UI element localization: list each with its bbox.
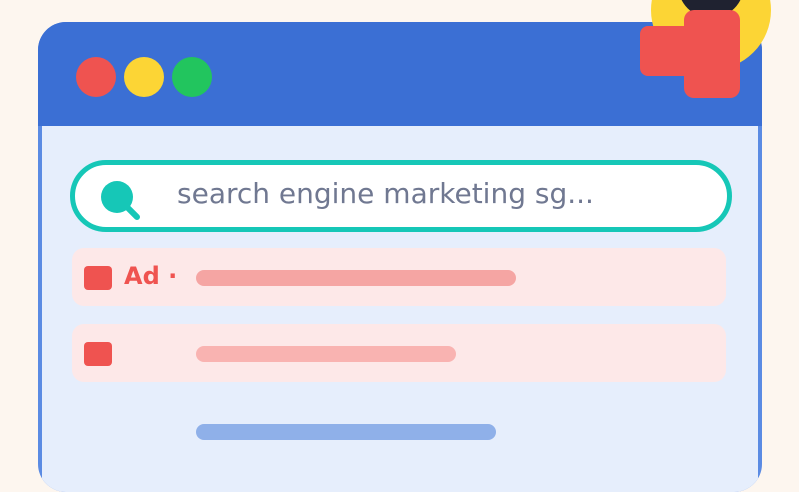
- search-query[interactable]: search engine marketing sg...: [177, 177, 594, 210]
- ad-title-placeholder: [196, 346, 456, 362]
- user-avatar-badge: [640, 0, 771, 98]
- ad-result-2[interactable]: [72, 324, 726, 382]
- ad-title-placeholder: [196, 270, 516, 286]
- search-icon[interactable]: [97, 177, 147, 227]
- ad-favicon: [84, 266, 112, 290]
- maximize-dot[interactable]: [172, 57, 212, 97]
- organic-result-placeholder: [196, 424, 496, 440]
- minimize-dot[interactable]: [124, 57, 164, 97]
- search-bar[interactable]: search engine marketing sg...: [70, 160, 732, 232]
- ad-favicon: [84, 342, 112, 366]
- ad-result-1[interactable]: Ad ·: [72, 248, 726, 306]
- close-dot[interactable]: [76, 57, 116, 97]
- ad-label: Ad ·: [124, 262, 178, 290]
